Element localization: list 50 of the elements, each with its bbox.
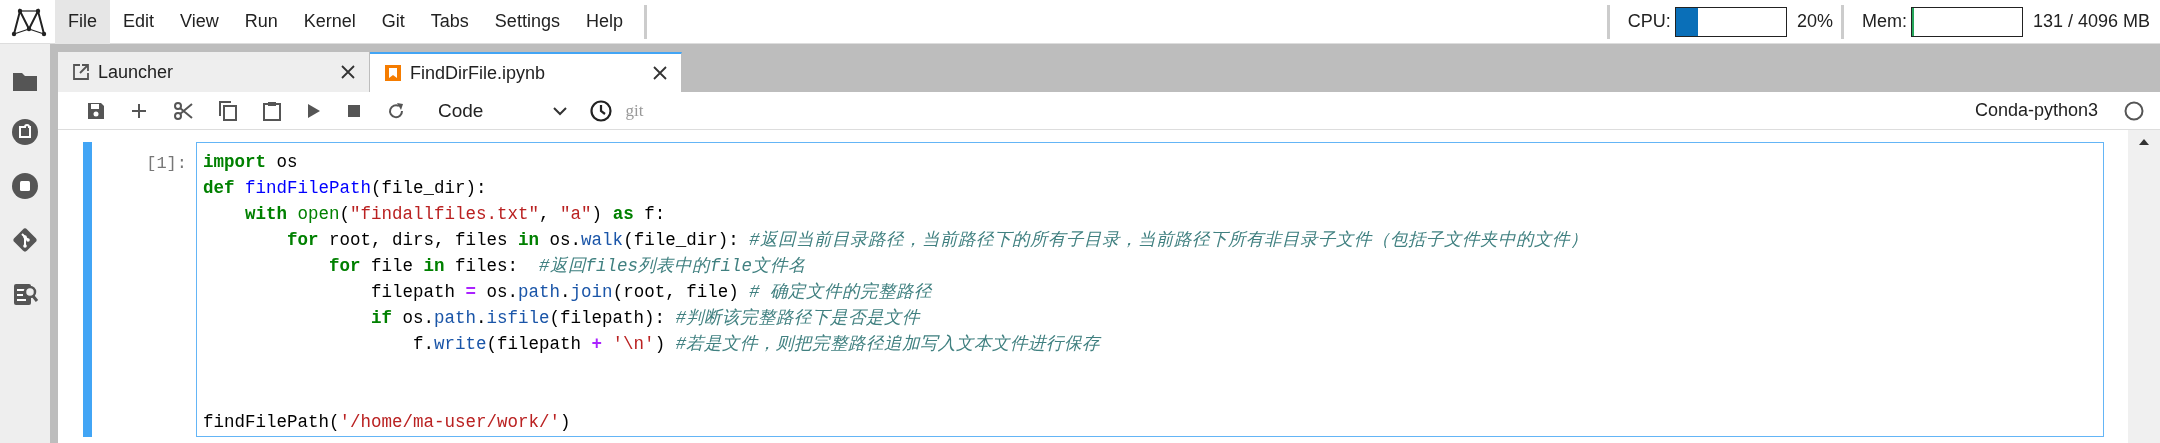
save-icon[interactable]: [87, 101, 105, 120]
menu-item[interactable]: File: [55, 0, 110, 44]
caret-icon: [553, 105, 568, 116]
close-icon[interactable]: [341, 65, 355, 79]
memory-reading: 131 / 4096 MB: [2032, 11, 2150, 32]
code-line: with open("findallfiles.txt", "a") as f:: [244, 203, 666, 226]
stop-icon[interactable]: [11, 172, 39, 200]
code-line: f.write(filepath + '\n') #若是文件，则把完整路径追加写入文本文件进行保存: [412, 333, 1101, 356]
code-line: for root, dirs, files in os.walk(file_dir): #返回当前目录路径，当前路径下的所有子目录，当前路径下所有非目录子文件（包括子文件夹中的文件）: [286, 229, 1588, 252]
menu-item[interactable]: Run: [231, 0, 291, 44]
memory-label: Mem:: [1861, 11, 1907, 32]
tab-label: FindDirFile.ipynb: [410, 62, 547, 84]
menu-item[interactable]: Git: [368, 0, 418, 44]
restart-icon[interactable]: [387, 101, 405, 120]
code-line: if os.path.isfile(filepath): #判断该完整路径下是否是文件: [370, 307, 921, 330]
cpu-reading: 20%: [1796, 11, 1833, 32]
menu-item[interactable]: Edit: [110, 0, 168, 44]
tab-label: Launcher: [98, 61, 175, 83]
cell-type-dropdown[interactable]: Code: [428, 99, 578, 122]
cpu-label: CPU:: [1627, 11, 1671, 32]
notebook-icon: [384, 64, 402, 82]
kernel-name[interactable]: Conda-python3: [1974, 100, 2098, 121]
menu-item[interactable]: Kernel: [290, 0, 369, 44]
puzzle-icon[interactable]: [11, 118, 39, 146]
menu-item[interactable]: Help: [572, 0, 636, 44]
launcher-icon: [72, 63, 90, 81]
logo-icon: [11, 6, 47, 37]
code-line: filepath = os.path.join(root, file) # 确定文件的完整路径: [370, 281, 933, 304]
code-line: for file in files: #返回files列表中的file文件名: [328, 255, 807, 278]
execution-count: [1]:: [146, 154, 187, 173]
tab[interactable]: FindDirFile.ipynb: [370, 52, 682, 92]
tab[interactable]: Launcher: [58, 52, 370, 92]
code-line: import os: [203, 151, 298, 174]
paste-icon[interactable]: [263, 100, 281, 121]
menu-item[interactable]: Settings: [481, 0, 573, 44]
clock-icon[interactable]: [590, 99, 613, 122]
copy-icon[interactable]: [219, 100, 237, 121]
menu-item[interactable]: Tabs: [417, 0, 482, 44]
scrollbar[interactable]: [2128, 130, 2160, 443]
folder-icon[interactable]: [12, 70, 38, 92]
close-icon[interactable]: [653, 66, 667, 80]
code-line: def findFilePath(file_dir):: [203, 177, 487, 200]
code-line: findFilePath('/home/ma-user/work/'): [203, 411, 571, 434]
code-editor[interactable]: [196, 142, 2104, 437]
add-icon[interactable]: [131, 102, 147, 119]
menu-item[interactable]: View: [167, 0, 232, 44]
run-icon[interactable]: [307, 102, 321, 119]
scroll-up-icon[interactable]: [2138, 138, 2150, 146]
stop-icon[interactable]: [347, 103, 361, 118]
cut-icon[interactable]: [173, 100, 193, 121]
